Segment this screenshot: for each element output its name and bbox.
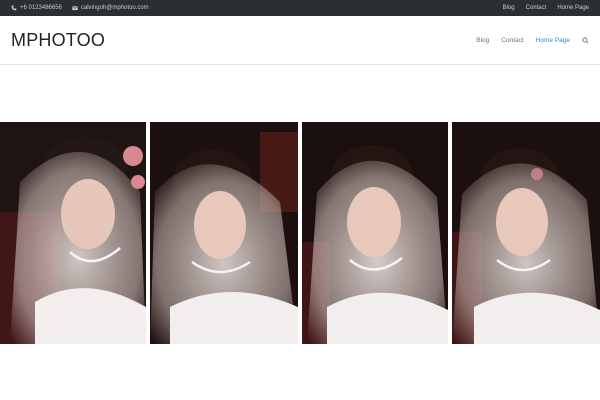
nav-item-blog[interactable]: Blog — [476, 37, 489, 44]
gallery-photo-2[interactable] — [150, 122, 298, 344]
gallery-photo-4[interactable] — [452, 122, 600, 344]
email-contact[interactable]: calvingoh@mphotoo.com — [72, 5, 149, 11]
gallery-photo-1[interactable] — [0, 122, 146, 344]
phone-icon — [11, 5, 17, 11]
gallery-photo-3[interactable] — [302, 122, 448, 344]
email-address: calvingoh@mphotoo.com — [80, 5, 149, 11]
photo-gallery — [0, 122, 600, 344]
site-header: MPHOTOO Blog Contact Home Page — [0, 16, 600, 65]
envelope-icon — [72, 5, 78, 11]
main-nav: Blog Contact Home Page — [476, 16, 589, 64]
phone-number: +6 0123486656 — [20, 5, 62, 11]
search-icon[interactable] — [582, 36, 589, 44]
phone-contact[interactable]: +6 0123486656 — [11, 5, 62, 11]
top-bar: +6 0123486656 calvingoh@mphotoo.com Blog… — [0, 0, 600, 16]
top-link-blog[interactable]: Blog — [503, 5, 515, 11]
site-logo[interactable]: MPHOTOO — [11, 30, 105, 51]
top-link-home-page[interactable]: Home Page — [557, 5, 589, 11]
nav-item-home-page[interactable]: Home Page — [536, 37, 570, 44]
top-link-contact[interactable]: Contact — [526, 5, 547, 11]
top-bar-links: Blog Contact Home Page — [503, 0, 589, 16]
nav-item-contact[interactable]: Contact — [501, 37, 523, 44]
top-bar-contact: +6 0123486656 calvingoh@mphotoo.com — [11, 0, 149, 16]
